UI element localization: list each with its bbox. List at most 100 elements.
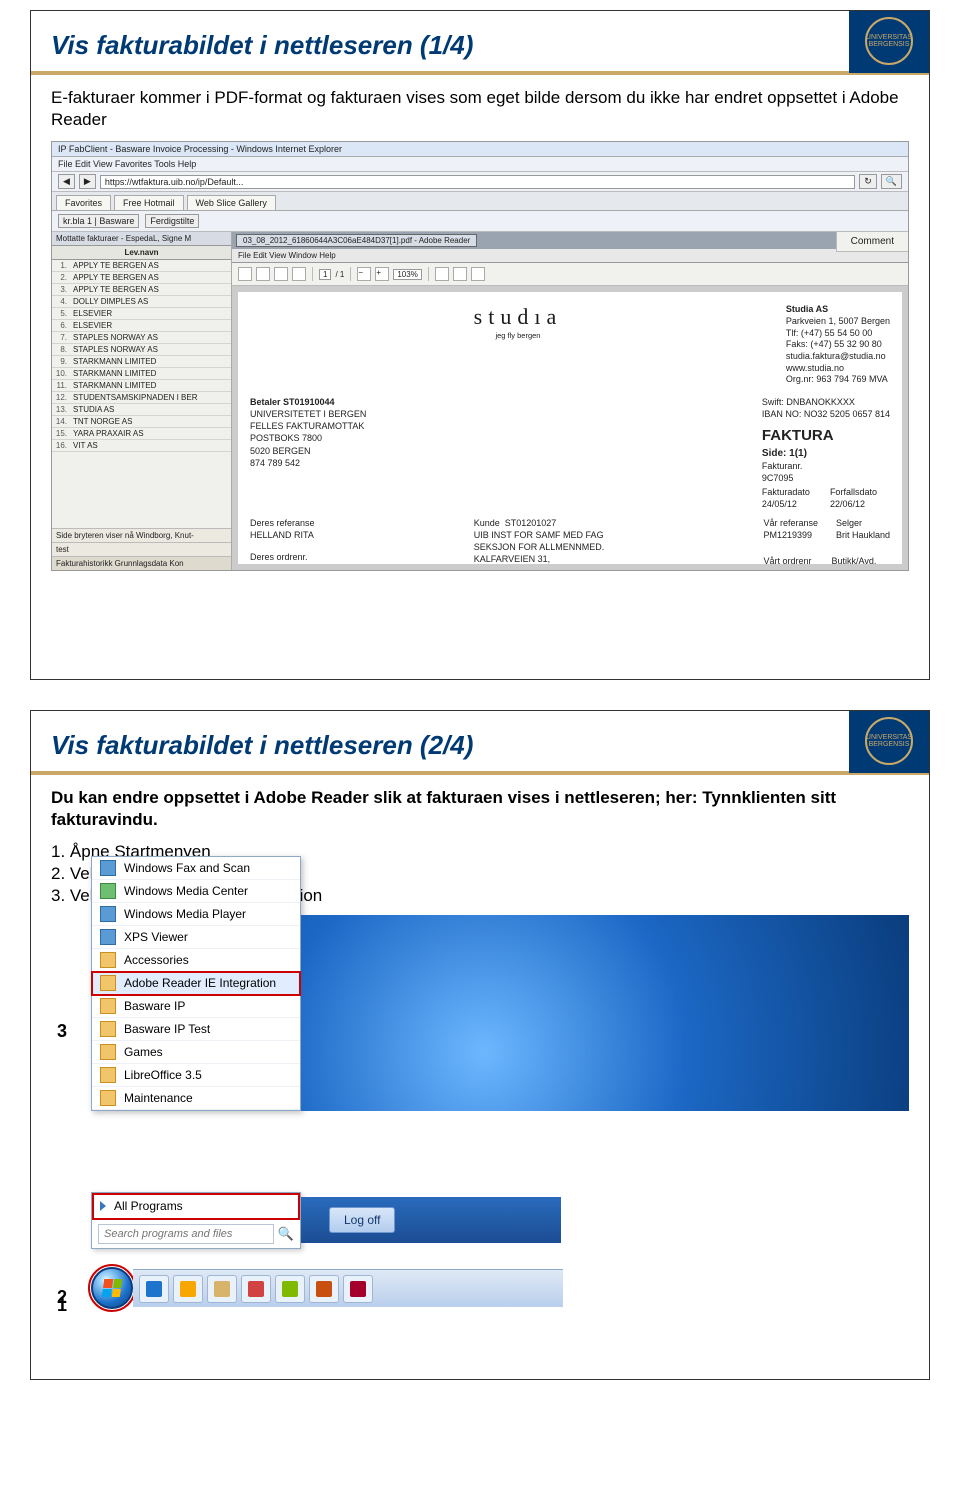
column-header: Lev.navn xyxy=(52,246,231,260)
taskbar-app-icon[interactable] xyxy=(275,1275,305,1303)
list-item[interactable]: 9.STARKMANN LIMITED xyxy=(52,356,231,368)
search-icon[interactable]: 🔍 xyxy=(278,1226,294,1242)
start-button[interactable] xyxy=(91,1267,133,1309)
breadcrumb[interactable]: kr.bla 1 | Basware xyxy=(58,214,139,228)
due-date-label: Forfallsdato xyxy=(830,486,877,498)
list-item[interactable]: 3.APPLY TE BERGEN AS xyxy=(52,284,231,296)
taskbar-app-icon[interactable] xyxy=(241,1275,271,1303)
taskbar xyxy=(133,1269,563,1307)
vendor-info: Studia AS Parkveien 1, 5007 Bergen Tlf: … xyxy=(786,304,890,386)
comment-panel-tab[interactable]: Comment xyxy=(836,232,908,252)
taskbar-app-icon[interactable] xyxy=(343,1275,373,1303)
breadcrumb-item[interactable]: Ferdigstilte xyxy=(145,214,199,228)
list-item[interactable]: 8.STAPLES NORWAY AS xyxy=(52,344,231,356)
ie-address-row: ◀ ▶ https://wtfaktura.uib.no/ip/Default.… xyxy=(52,172,908,192)
slide-2: Vis fakturabildet i nettleseren (2/4) UN… xyxy=(30,710,930,1380)
zoom-field[interactable]: 103% xyxy=(393,269,421,280)
start-menu-item[interactable]: Accessories xyxy=(92,949,300,972)
start-menu-item[interactable]: Windows Fax and Scan xyxy=(92,857,300,880)
intro-text: E-fakturaer kommer i PDF-format og faktu… xyxy=(51,87,909,131)
page-total: / 1 xyxy=(335,270,344,279)
list-item[interactable]: 5.ELSEVIER xyxy=(52,308,231,320)
list-item[interactable]: 7.STAPLES NORWAY AS xyxy=(52,332,231,344)
customer-block: Kunde ST01201027 UIB INST FOR SAMF MED F… xyxy=(474,517,605,565)
fav-item[interactable]: Web Slice Gallery xyxy=(187,195,276,210)
callout-3: 3 xyxy=(57,1021,67,1042)
start-menu-item[interactable]: Basware IP Test xyxy=(92,1018,300,1041)
start-menu-item[interactable]: Games xyxy=(92,1041,300,1064)
taskbar-app-icon[interactable] xyxy=(309,1275,339,1303)
start-menu-item[interactable]: Adobe Reader IE Integration xyxy=(92,972,300,995)
bank-and-invoice-block: Swift: DNBANOKKXXX IBAN NO: NO32 5205 06… xyxy=(762,396,890,511)
desktop-wallpaper xyxy=(301,915,909,1111)
nav-fwd-button[interactable]: ▶ xyxy=(79,174,96,189)
page-field[interactable]: 1 xyxy=(319,269,331,280)
start-menu-item[interactable]: LibreOffice 3.5 xyxy=(92,1064,300,1087)
list-item[interactable]: 4.DOLLY DIMPLES AS xyxy=(52,296,231,308)
start-menu-item[interactable]: Windows Media Center xyxy=(92,880,300,903)
pdf-tab[interactable]: 03_08_2012_61860644A3C06aE484D37[1].pdf … xyxy=(236,234,477,247)
program-icon xyxy=(100,1067,116,1083)
list-item[interactable]: 15.YARA PRAXAIR AS xyxy=(52,428,231,440)
favorites-button[interactable]: Favorites xyxy=(56,195,111,210)
open-icon[interactable] xyxy=(238,267,252,281)
reader-menubar[interactable]: File Edit View Window Help xyxy=(232,249,908,263)
start-menu-item[interactable]: Maintenance xyxy=(92,1087,300,1110)
uib-seal-icon: UNIVERSITASBERGENSIS xyxy=(865,717,913,765)
search-field[interactable]: 🔍 xyxy=(881,174,902,189)
start-menu-label: Basware IP Test xyxy=(124,1022,210,1036)
your-ref: HELLAND RITA xyxy=(250,529,315,541)
list-item[interactable]: 12.STUDENTSAMSKIPNADEN I BER xyxy=(52,392,231,404)
tool-icon[interactable] xyxy=(471,267,485,281)
program-icon xyxy=(100,1090,116,1106)
list-item[interactable]: 13.STUDIA AS xyxy=(52,404,231,416)
arrow-right-icon xyxy=(100,1201,106,1211)
start-menu-item[interactable]: Basware IP xyxy=(92,995,300,1018)
fav-item[interactable]: Free Hotmail xyxy=(114,195,184,210)
logoff-button[interactable]: Log off xyxy=(329,1207,395,1233)
taskbar-app-icon[interactable] xyxy=(207,1275,237,1303)
list-item[interactable]: 14.TNT NORGE AS xyxy=(52,416,231,428)
list-item[interactable]: 11.STARKMANN LIMITED xyxy=(52,380,231,392)
payer-line: 874 789 542 xyxy=(250,457,366,469)
start-menu-label: LibreOffice 3.5 xyxy=(124,1068,202,1082)
mail-icon[interactable] xyxy=(292,267,306,281)
program-icon xyxy=(100,883,116,899)
start-menu-label: Windows Media Center xyxy=(124,884,248,898)
list-item[interactable]: 2.APPLY TE BERGEN AS xyxy=(52,272,231,284)
invoice-no: 9C7095 xyxy=(762,472,890,484)
list-item[interactable]: 10.STARKMANN LIMITED xyxy=(52,368,231,380)
invoice-list[interactable]: 1.APPLY TE BERGEN AS2.APPLY TE BERGEN AS… xyxy=(52,260,231,528)
list-item[interactable]: 1.APPLY TE BERGEN AS xyxy=(52,260,231,272)
zoom-in-icon[interactable]: + xyxy=(375,267,389,281)
start-menu-item[interactable]: Windows Media Player xyxy=(92,903,300,926)
list-item[interactable]: 6.ELSEVIER xyxy=(52,320,231,332)
iban: IBAN NO: NO32 5205 0657 814 xyxy=(762,408,890,420)
refresh-button[interactable]: ↻ xyxy=(859,174,877,189)
tool-icon[interactable] xyxy=(453,267,467,281)
print-icon[interactable] xyxy=(274,267,288,281)
seller: Brit Haukland xyxy=(836,529,890,541)
tool-icon[interactable] xyxy=(435,267,449,281)
ie-menubar[interactable]: File Edit View Favorites Tools Help xyxy=(52,157,908,172)
seller-label: Selger xyxy=(836,517,890,529)
all-programs-item[interactable]: All Programs xyxy=(92,1193,300,1220)
start-menu[interactable]: Windows Fax and Scan Windows Media Center… xyxy=(91,856,301,1111)
save-icon[interactable] xyxy=(256,267,270,281)
list-item[interactable]: 16.VIT AS xyxy=(52,440,231,452)
nav-back-button[interactable]: ◀ xyxy=(58,174,75,189)
slide-title: Vis fakturabildet i nettleseren (2/4) xyxy=(31,718,849,765)
payer-label: Betaler ST01910044 xyxy=(250,396,366,408)
slide-header: Vis fakturabildet i nettleseren (2/4) UN… xyxy=(31,711,929,775)
zoom-out-icon[interactable]: − xyxy=(357,267,371,281)
vendor-logo: studıa xyxy=(250,304,786,330)
taskbar-app-icon[interactable] xyxy=(139,1275,169,1303)
start-search-input[interactable] xyxy=(98,1224,274,1244)
taskbar-app-icon[interactable] xyxy=(173,1275,203,1303)
start-menu-item[interactable]: XPS Viewer xyxy=(92,926,300,949)
intro-text: Du kan endre oppsettet i Adobe Reader sl… xyxy=(51,787,909,831)
address-field[interactable]: https://wtfaktura.uib.no/ip/Default... xyxy=(100,175,855,189)
start-menu-label: Games xyxy=(124,1045,163,1059)
windows-logo-icon xyxy=(102,1279,123,1297)
list-bottom-tabs[interactable]: Fakturahistorikk Grunnlagsdata Kon xyxy=(52,556,231,570)
